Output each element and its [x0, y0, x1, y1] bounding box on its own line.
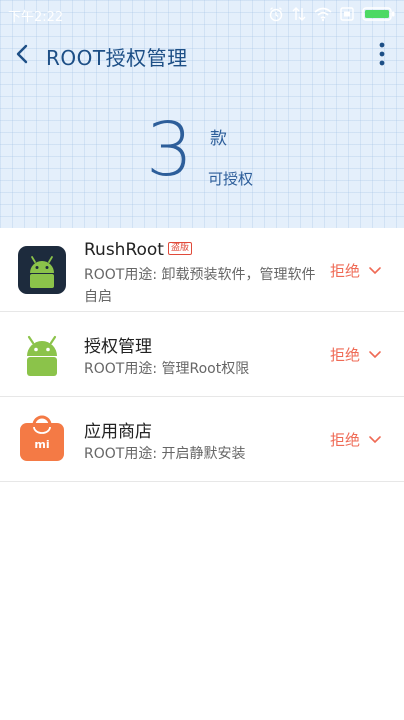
svg-text:mi: mi — [34, 438, 49, 451]
status-bar: 下午2:22 — [0, 0, 404, 28]
wifi-icon — [314, 7, 332, 22]
back-button[interactable] — [10, 40, 36, 68]
app-desc: ROOT用途: 开启静默安装 — [84, 446, 246, 462]
chevron-down-icon — [369, 266, 381, 274]
chevron-down-icon — [369, 350, 381, 358]
deny-label: 拒绝 — [330, 431, 361, 449]
list-item[interactable]: RushRoot 盗版 ROOT用途: 卸载预装软件，管理软件自启 拒绝 — [0, 228, 404, 312]
app-name-text: RushRoot — [84, 240, 164, 260]
screen: 下午2:22 ROOT授权管理 3 款 可授权 RushRoot 盗版 ROOT… — [0, 0, 404, 720]
deny-button[interactable]: 拒绝 — [330, 260, 382, 281]
alarm-icon — [269, 7, 283, 22]
count-unit: 款 — [210, 129, 227, 149]
app-name: 应用商店 — [84, 422, 152, 442]
app-name: 授权管理 — [84, 337, 152, 357]
status-icons — [268, 5, 396, 23]
deny-button[interactable]: 拒绝 — [330, 429, 382, 450]
authorized-count: 3 — [146, 107, 194, 193]
android-icon — [18, 246, 66, 294]
page-title: ROOT授权管理 — [46, 46, 188, 70]
count-caption: 可授权 — [208, 170, 254, 188]
app-desc: ROOT用途: 管理Root权限 — [84, 361, 250, 377]
app-desc: ROOT用途: 卸载预装软件，管理软件自启 — [84, 267, 316, 305]
data-signal-icon — [292, 7, 306, 21]
deny-label: 拒绝 — [330, 346, 361, 364]
deny-label: 拒绝 — [330, 262, 361, 280]
title-bar: ROOT授权管理 — [0, 32, 404, 76]
header: 下午2:22 ROOT授权管理 3 款 可授权 — [0, 0, 404, 228]
status-time: 下午2:22 — [8, 10, 64, 25]
chevron-down-icon — [369, 435, 381, 443]
more-menu-icon[interactable] — [374, 40, 390, 68]
list-item[interactable]: 授权管理 ROOT用途: 管理Root权限 拒绝 — [0, 312, 404, 397]
deny-button[interactable]: 拒绝 — [330, 344, 382, 365]
app-name: RushRoot 盗版 — [84, 240, 192, 260]
sim-icon — [340, 7, 354, 21]
android-icon — [18, 330, 66, 378]
mi-store-icon: mi — [18, 415, 66, 463]
battery-icon — [362, 7, 395, 21]
app-list: RushRoot 盗版 ROOT用途: 卸载预装软件，管理软件自启 拒绝 授权管… — [0, 228, 404, 482]
pirate-badge: 盗版 — [167, 242, 192, 255]
list-item[interactable]: mi 应用商店 ROOT用途: 开启静默安装 拒绝 — [0, 397, 404, 482]
